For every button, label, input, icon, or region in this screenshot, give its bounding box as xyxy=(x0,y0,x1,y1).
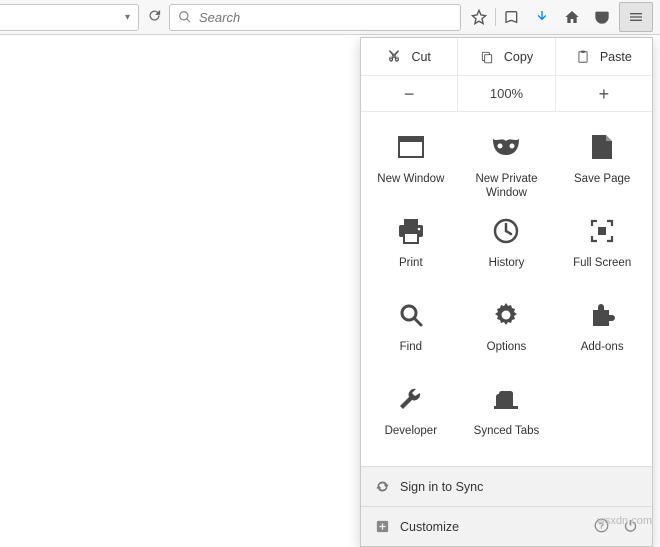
menu-grid: New Window New Private Window Save Page … xyxy=(361,112,652,466)
options-label: Options xyxy=(487,340,527,354)
customize-button[interactable]: Customize xyxy=(375,519,459,534)
history-label: History xyxy=(489,256,525,270)
separator xyxy=(495,8,496,26)
copy-icon xyxy=(480,50,494,64)
options-button[interactable]: Options xyxy=(459,290,555,374)
cut-label: Cut xyxy=(411,50,430,64)
developer-button[interactable]: Developer xyxy=(363,374,459,458)
add-square-icon xyxy=(375,519,390,534)
cut-icon xyxy=(387,50,401,64)
zoom-controls: − 100% + xyxy=(361,76,652,112)
copy-button[interactable]: Copy xyxy=(458,38,555,75)
clock-icon xyxy=(491,216,521,246)
reload-button[interactable] xyxy=(139,8,169,26)
plus-icon: + xyxy=(599,85,610,103)
zoom-level[interactable]: 100% xyxy=(458,76,555,111)
save-page-button[interactable]: Save Page xyxy=(554,122,650,206)
urlbar-stub[interactable]: ▾ xyxy=(0,4,139,31)
paste-button[interactable]: Paste xyxy=(556,38,652,75)
dropmarker-icon[interactable]: ▾ xyxy=(125,12,130,23)
home-button[interactable] xyxy=(557,2,587,32)
cut-button[interactable]: Cut xyxy=(361,38,458,75)
sign-in-sync-button[interactable]: Sign in to Sync xyxy=(361,466,652,506)
sync-icon xyxy=(375,479,390,494)
hamburger-menu-button[interactable] xyxy=(619,2,653,32)
library-button[interactable] xyxy=(497,2,527,32)
toolbar-icons xyxy=(461,2,660,32)
app-menu-panel: Cut Copy Paste − 100% + New Window New P… xyxy=(360,37,653,547)
browser-toolbar: ▾ xyxy=(0,0,660,35)
find-label: Find xyxy=(400,340,422,354)
zoom-out-button[interactable]: − xyxy=(361,76,458,111)
history-button[interactable]: History xyxy=(459,206,555,290)
gear-icon xyxy=(491,300,521,330)
sign-in-label: Sign in to Sync xyxy=(400,480,483,494)
synced-tabs-label: Synced Tabs xyxy=(474,424,540,438)
new-private-label: New Private Window xyxy=(459,172,555,201)
tabs-icon xyxy=(491,384,521,414)
new-window-label: New Window xyxy=(377,172,444,186)
minus-icon: − xyxy=(404,85,415,103)
window-icon xyxy=(396,132,426,162)
mask-icon xyxy=(491,132,521,162)
search-icon xyxy=(178,10,192,24)
addons-label: Add-ons xyxy=(581,340,624,354)
zoom-in-button[interactable]: + xyxy=(556,76,652,111)
fullscreen-button[interactable]: Full Screen xyxy=(554,206,650,290)
print-button[interactable]: Print xyxy=(363,206,459,290)
fullscreen-label: Full Screen xyxy=(573,256,631,270)
edit-controls: Cut Copy Paste xyxy=(361,38,652,76)
find-icon xyxy=(396,300,426,330)
printer-icon xyxy=(396,216,426,246)
search-bar[interactable] xyxy=(169,4,461,31)
page-icon xyxy=(587,132,617,162)
save-page-label: Save Page xyxy=(574,172,630,186)
fullscreen-icon xyxy=(587,216,617,246)
new-private-window-button[interactable]: New Private Window xyxy=(459,122,555,206)
find-button[interactable]: Find xyxy=(363,290,459,374)
watermark: wsxdn.com xyxy=(597,515,652,527)
addons-button[interactable]: Add-ons xyxy=(554,290,650,374)
print-label: Print xyxy=(399,256,423,270)
copy-label: Copy xyxy=(504,50,533,64)
bookmark-star-button[interactable] xyxy=(464,2,494,32)
paste-label: Paste xyxy=(600,50,632,64)
pocket-button[interactable] xyxy=(587,2,617,32)
search-input[interactable] xyxy=(199,10,452,25)
downloads-button[interactable] xyxy=(527,2,557,32)
synced-tabs-button[interactable]: Synced Tabs xyxy=(459,374,555,458)
developer-label: Developer xyxy=(385,424,437,438)
customize-label: Customize xyxy=(400,520,459,534)
new-window-button[interactable]: New Window xyxy=(363,122,459,206)
puzzle-icon xyxy=(587,300,617,330)
paste-icon xyxy=(576,50,590,64)
wrench-icon xyxy=(396,384,426,414)
